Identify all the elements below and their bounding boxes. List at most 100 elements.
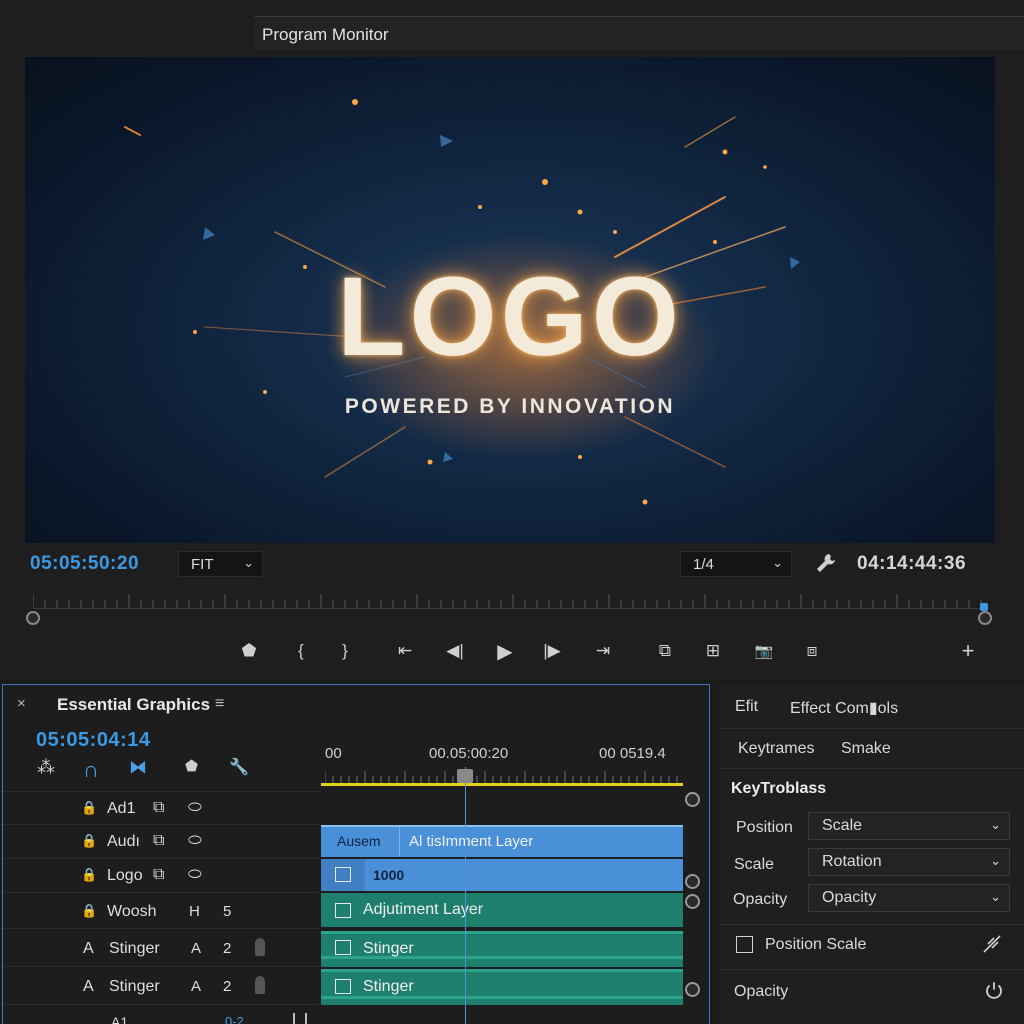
divider <box>720 969 1024 970</box>
extract-icon: ⊞ <box>705 641 721 660</box>
timeline-tracks-area[interactable]: 00 00.05:00:20 00 0519.4 Ausem Al tisImm… <box>321 737 709 1024</box>
play-button[interactable]: ▶ <box>490 636 520 666</box>
keyframe-ring[interactable] <box>685 792 700 807</box>
button-editor-button[interactable]: + <box>953 636 983 666</box>
track-name: Audı <box>107 833 140 850</box>
tab-effect-controls[interactable]: Effect Com▮ols <box>790 698 898 718</box>
playhead-timecode[interactable]: 05:05:50:20 <box>30 553 139 575</box>
extract-button[interactable]: ⊞ <box>698 636 728 666</box>
lock-icon[interactable]: 🔒 <box>81 903 97 919</box>
video-preview[interactable]: LOGO POWERED BY INNOVATION <box>25 57 995 543</box>
track-control-a[interactable]: A <box>191 940 201 957</box>
step-forward-button[interactable]: |▶ <box>537 636 567 666</box>
mic-icon[interactable] <box>255 938 265 956</box>
marker-icon[interactable]: ⬟ <box>185 757 198 775</box>
lock-icon[interactable]: 🔒 <box>81 833 97 849</box>
reset-icon[interactable] <box>983 980 1005 1002</box>
program-monitor-tab[interactable]: Program Monitor <box>254 16 1024 50</box>
playback-resolution-select[interactable]: 1/4 ⌄ <box>680 551 792 577</box>
row-label-scale: Scale <box>734 856 775 873</box>
track-control-value[interactable]: 5 <box>223 903 231 920</box>
zoom-level-select[interactable]: FIT ⌄ <box>178 551 263 577</box>
ruler-label: 00 <box>325 745 342 762</box>
track-header-audio[interactable]: 🔒 Audı ⧉ ⬭ <box>3 824 319 858</box>
panel-title[interactable]: Essential Graphics <box>57 695 210 715</box>
tab-keyframes[interactable]: Keytrames <box>738 740 814 758</box>
opacity-select[interactable]: Opacity ⌄ <box>808 884 1010 912</box>
preview-logo-text: LOGO <box>337 254 683 379</box>
timeline-playhead-handle[interactable] <box>457 769 473 783</box>
clip-stinger-1[interactable]: Stinger <box>321 931 683 967</box>
clip-adjustment-layer-blue[interactable]: Ausem Al tisImment Layer <box>321 825 683 857</box>
work-area-bar[interactable] <box>321 783 683 786</box>
panel-menu-icon[interactable]: ≡ <box>215 695 224 713</box>
keyframe-ring[interactable] <box>685 982 700 997</box>
lock-icon[interactable]: 🔒 <box>81 867 97 883</box>
tab-smake[interactable]: Smake <box>841 740 891 758</box>
visibility-toggle-icon[interactable]: ⬭ <box>188 832 202 850</box>
track-header-logo[interactable]: 🔒 Logo ⧉ ⬭ <box>3 858 319 892</box>
go-to-in-button[interactable]: ⇤ <box>390 636 420 666</box>
keyframe-ring[interactable] <box>685 894 700 909</box>
tab-edit[interactable]: Efit <box>735 698 758 716</box>
sync-lock-icon[interactable]: ⧉ <box>153 832 164 850</box>
visibility-toggle-icon[interactable]: ⬭ <box>188 799 202 817</box>
scrub-in-handle[interactable] <box>26 611 40 625</box>
transport-controls: ⬟ { } ⇤ ◀| ▶ |▶ ⇥ ⧉ ⊞ 📷 ⧈ + <box>0 636 1024 666</box>
mic-icon[interactable] <box>255 976 265 994</box>
checkbox[interactable] <box>736 936 753 953</box>
clip-adjustment-layer-teal[interactable]: Adjutiment Layer <box>321 893 683 927</box>
track-volume-value[interactable]: 0-2 <box>225 1014 244 1024</box>
close-icon[interactable]: × <box>17 695 26 712</box>
add-marker-button[interactable]: ⬟ <box>234 636 264 666</box>
track-name: Stinger <box>109 978 160 995</box>
track-name: A1 <box>111 1014 129 1024</box>
clip-stripe <box>321 996 683 999</box>
clip-icon <box>335 979 351 994</box>
scale-select[interactable]: Rotation ⌄ <box>808 848 1010 876</box>
clip-stinger-2[interactable]: Stinger <box>321 969 683 1005</box>
track-control-value[interactable]: 2 <box>223 978 231 995</box>
program-monitor-title: Program Monitor <box>262 25 389 44</box>
lock-icon[interactable]: 🔒 <box>81 800 97 816</box>
monitor-time-ruler[interactable] <box>33 588 985 618</box>
timeline-timecode[interactable]: 05:05:04:14 <box>36 729 150 752</box>
toggle-animation-icon[interactable] <box>980 932 1004 956</box>
scrub-out-handle[interactable] <box>978 611 992 625</box>
chevron-down-icon: ⌄ <box>243 555 254 570</box>
playhead-marker[interactable] <box>980 603 988 611</box>
mark-out-button[interactable]: } <box>330 636 360 666</box>
timeline-playhead-line[interactable] <box>465 767 466 1024</box>
track-target-label[interactable]: A <box>83 978 94 996</box>
sync-lock-icon[interactable]: ⧉ <box>153 866 164 884</box>
track-target-label[interactable]: A <box>83 940 94 958</box>
track-end-icon[interactable] <box>293 1013 307 1024</box>
wrench-icon[interactable]: 🔧 <box>229 757 249 777</box>
track-header-stinger-1[interactable]: A Stinger A 2 <box>3 928 319 966</box>
track-control-h[interactable]: H <box>189 903 200 920</box>
track-header-stinger-2[interactable]: A Stinger A 2 <box>3 966 319 1004</box>
nest-icon[interactable]: ⁂ <box>37 757 55 778</box>
keyframe-ring[interactable] <box>685 874 700 889</box>
link-icon[interactable]: ⧓ <box>129 757 147 778</box>
track-header-a1[interactable]: A1 0-2 <box>3 1004 319 1024</box>
track-header-ad1[interactable]: 🔒 Ad1 ⧉ ⬭ <box>3 791 319 824</box>
clip-1000[interactable]: 1000 <box>321 859 683 891</box>
go-to-out-button[interactable]: ⇥ <box>588 636 618 666</box>
sync-lock-icon[interactable]: ⧉ <box>153 799 164 817</box>
export-frame-button[interactable]: 📷 <box>749 636 779 666</box>
comparison-view-button[interactable]: ⧈ <box>797 636 827 666</box>
track-header-woosh[interactable]: 🔒 Woosh H 5 <box>3 892 319 928</box>
position-select[interactable]: Scale ⌄ <box>808 812 1010 840</box>
step-back-button[interactable]: ◀| <box>440 636 470 666</box>
magnet-icon[interactable]: ∩ <box>83 757 99 783</box>
visibility-toggle-icon[interactable]: ⬭ <box>188 866 202 884</box>
ruler-label: 00.05:00:20 <box>429 745 509 762</box>
wrench-icon[interactable] <box>814 551 836 575</box>
track-control-a[interactable]: A <box>191 978 201 995</box>
lift-button[interactable]: ⧉ <box>650 636 680 666</box>
track-name: Ad1 <box>107 800 136 817</box>
track-control-value[interactable]: 2 <box>223 940 231 957</box>
mark-in-button[interactable]: { <box>286 636 316 666</box>
chevron-down-icon: ⌄ <box>772 555 783 570</box>
